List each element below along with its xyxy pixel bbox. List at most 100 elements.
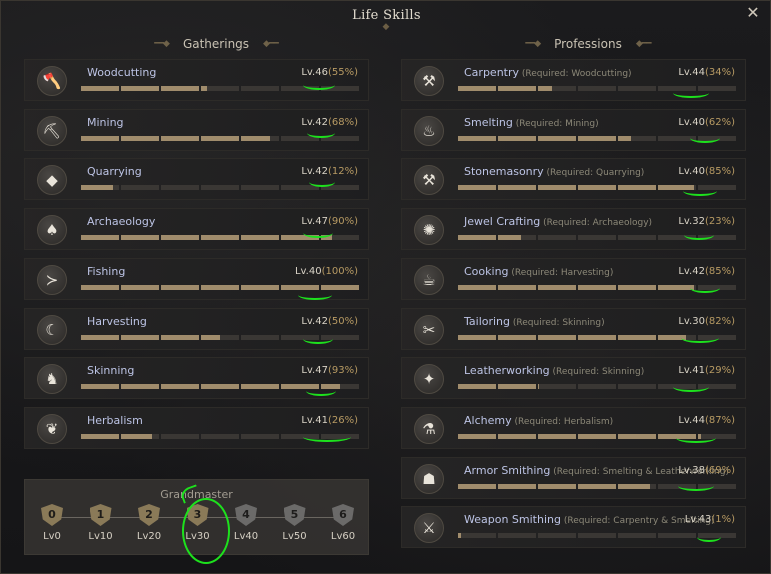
progress-segment xyxy=(658,86,696,91)
progress-segment xyxy=(321,135,359,141)
progress-bar xyxy=(458,533,736,539)
skill-name-text: Skinning xyxy=(87,364,135,378)
gem-icon: ✺ xyxy=(414,215,444,246)
skill-row-leatherworking[interactable]: ✦ Leatherworking (Required: Skinning) Lv.4… xyxy=(401,357,746,400)
mastery-tier-4[interactable]: 4 Lv40 xyxy=(233,504,259,542)
level-value: Lv.41 xyxy=(301,414,328,426)
mastery-tier-2[interactable]: 2 Lv20 xyxy=(136,504,162,542)
progress-segment xyxy=(498,334,536,340)
skill-row-tailoring[interactable]: ✂ Tailoring (Required: Skinning) Lv.30(82%… xyxy=(401,307,746,350)
skill-level: Lv.47(93%) xyxy=(301,365,358,376)
close-icon[interactable]: ✕ xyxy=(744,4,762,22)
level-percent: (90%) xyxy=(327,216,358,228)
progress-segment xyxy=(658,433,696,439)
skill-name: Cooking (Required: Harvesting) xyxy=(464,265,613,278)
skill-row-carpentry[interactable]: ⚒ Carpentry (Required: Woodcutting) Lv.44(… xyxy=(401,59,746,101)
skill-requirement: (Required: Herbalism) xyxy=(511,416,614,427)
level-percent: (100%) xyxy=(321,265,358,277)
level-percent: (1%) xyxy=(711,514,735,526)
sickle-icon: ☾ xyxy=(37,314,67,345)
skill-name-text: Leatherworking xyxy=(464,364,550,378)
life-skills-window: Life Skills ◆ ✕ ━━◆ Gatherings ◆━━ ━━◆ P… xyxy=(0,0,771,574)
progress-segment xyxy=(578,185,616,191)
progress-segment xyxy=(498,185,536,191)
mastery-tier-1[interactable]: 1 Lv10 xyxy=(88,504,114,542)
progress-segment xyxy=(201,86,239,91)
skill-row-mining[interactable]: ⛏ Mining Lv.42(68%) xyxy=(24,108,369,151)
skill-name: Mining xyxy=(87,116,124,129)
progress-segment xyxy=(321,284,359,290)
level-value: Lv.42 xyxy=(301,166,328,178)
tier-label: Lv30 xyxy=(185,531,210,542)
skill-row-alchemy[interactable]: ⚗ Alchemy (Required: Herbalism) Lv.44(87%) xyxy=(401,406,746,449)
progress-bar xyxy=(81,384,359,390)
mastery-tier-3[interactable]: 3 Lv30 xyxy=(185,504,211,542)
level-value: Lv.41 xyxy=(678,365,705,377)
skill-name: Fishing xyxy=(87,265,125,278)
skill-row-weapon-smithing[interactable]: ⚔ Weapon Smithing (Required: Carpentry & … xyxy=(401,506,746,549)
skill-name-text: Herbalism xyxy=(87,413,143,427)
shield-icon: 6 xyxy=(332,504,354,526)
furnace-icon: ♨ xyxy=(414,115,444,146)
skill-row-jewel-crafting[interactable]: ✺ Jewel Crafting (Required: Archaeology) L… xyxy=(401,208,746,251)
skill-row-herbalism[interactable]: ❦ Herbalism Lv.41(26%) xyxy=(24,406,369,449)
skill-level: Lv.32(23%) xyxy=(678,216,735,227)
progress-bar xyxy=(81,135,359,141)
level-percent: (93%) xyxy=(327,365,358,377)
skill-row-smelting[interactable]: ♨ Smelting (Required: Mining) Lv.40(62%) xyxy=(401,108,746,151)
progress-segment xyxy=(241,135,279,141)
progress-segment xyxy=(578,86,616,91)
level-value: Lv.42 xyxy=(301,116,328,128)
shield-icon: 5 xyxy=(283,504,306,526)
skill-name-text: Archaeology xyxy=(87,215,156,229)
skill-row-armor-smithing[interactable]: ☗ Armor Smithing (Required: Smelting & Le… xyxy=(401,456,746,499)
progress-segment xyxy=(698,284,736,290)
progress-segment xyxy=(201,235,239,241)
saw-icon: ⚒ xyxy=(414,66,444,96)
progress-segment xyxy=(698,86,736,91)
progress-segment xyxy=(458,533,496,539)
level-value: Lv.30 xyxy=(678,315,705,327)
progress-segment xyxy=(538,483,576,489)
skill-name: Tailoring (Required: Skinning) xyxy=(464,315,605,328)
progress-segment xyxy=(81,235,119,241)
progress-segment xyxy=(161,135,199,141)
skill-level: Lv.38(69%) xyxy=(678,465,735,476)
skill-name: Quarrying xyxy=(87,165,142,178)
progress-bar xyxy=(81,235,359,241)
professions-header: ━━◆ Professions ◆━━ xyxy=(498,36,678,52)
progress-segment xyxy=(241,433,279,439)
progress-segment xyxy=(578,483,616,489)
skill-row-stonemasonry[interactable]: ⚒ Stonemasonry (Required: Quarrying) Lv.40… xyxy=(401,158,746,201)
mastery-panel: Grandmaster 0 Lv0 1 Lv10 2 Lv20 3 Lv30 4 Lv40 5 Lv5… xyxy=(24,479,369,555)
skill-row-skinning[interactable]: ♞ Skinning Lv.47(93%) xyxy=(24,357,369,400)
mastery-tier-5[interactable]: 5 Lv50 xyxy=(282,504,308,542)
skill-name-text: Mining xyxy=(87,115,124,129)
skill-row-harvesting[interactable]: ☾ Harvesting Lv.42(50%) xyxy=(24,307,369,350)
mastery-tier-0[interactable]: 0 Lv0 xyxy=(39,504,65,542)
skill-level: Lv.44(34%) xyxy=(678,67,735,78)
shield-icon: 4 xyxy=(235,504,257,526)
progress-segment xyxy=(698,433,736,439)
skill-row-cooking[interactable]: ☕ Cooking (Required: Harvesting) Lv.42(85%… xyxy=(401,257,746,300)
progress-segment xyxy=(161,433,199,439)
progress-segment xyxy=(458,334,496,340)
progress-segment xyxy=(658,384,696,390)
skill-row-fishing[interactable]: ≻ Fishing Lv.40(100%) xyxy=(24,257,369,300)
sword-icon: ⚔ xyxy=(414,513,444,544)
skill-row-woodcutting[interactable]: 🪓 Woodcutting Lv.46(55%) xyxy=(24,59,369,101)
level-percent: (50%) xyxy=(327,315,358,327)
progress-segment xyxy=(538,533,576,539)
mastery-tier-6[interactable]: 6 Lv60 xyxy=(330,504,356,542)
skill-name: Carpentry (Required: Woodcutting) xyxy=(464,66,632,79)
skill-name: Weapon Smithing (Required: Carpentry & S… xyxy=(464,513,715,526)
progress-segment xyxy=(458,433,496,439)
progress-bar xyxy=(458,384,736,390)
skill-row-archaeology[interactable]: ♠ Archaeology Lv.47(90%) xyxy=(24,208,369,251)
skill-level: Lv.41(26%) xyxy=(301,415,358,426)
progress-segment xyxy=(498,135,536,141)
skill-name-text: Fishing xyxy=(87,264,126,278)
skill-row-quarrying[interactable]: ◆ Quarrying Lv.42(12%) xyxy=(24,158,369,201)
skill-level: Lv.40(62%) xyxy=(678,117,735,128)
level-percent: (12%) xyxy=(327,166,358,178)
